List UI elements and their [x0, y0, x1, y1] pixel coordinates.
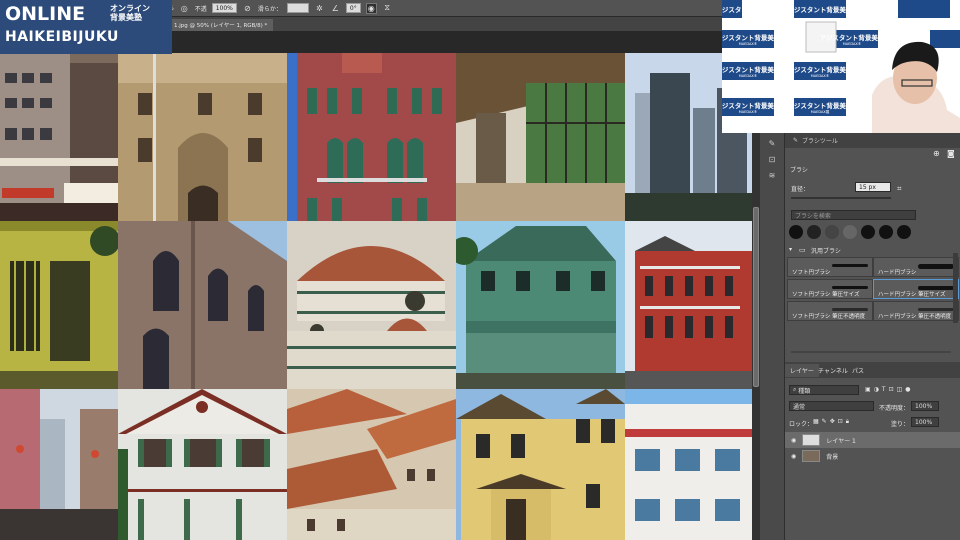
preview-size-slider[interactable] — [791, 351, 951, 353]
brush-edit-icon[interactable]: ⌗ — [897, 184, 902, 194]
layer-opacity-label: 不透明度： — [879, 405, 910, 412]
photo-tile-white-house-shutters — [118, 389, 287, 540]
brush-preset-dot[interactable] — [879, 225, 893, 239]
brush-size-field[interactable]: 15 px — [855, 182, 891, 192]
layer-row-selected[interactable]: ◉ レイヤー 1 — [785, 432, 960, 448]
layer-filter-select[interactable]: ⌕ 種類 — [789, 385, 859, 395]
brush-item[interactable]: ソフト円ブラシ — [787, 257, 873, 277]
document-tab-title: 1.jpg @ 50% (レイヤー 1, RGB/8) * — [174, 23, 268, 29]
document-tab[interactable]: 1.jpg @ 50% (レイヤー 1, RGB/8) * — [168, 19, 274, 31]
photo-tile-yellow-doorway — [0, 221, 118, 389]
clone-source-icon[interactable]: ⊡ — [766, 155, 778, 166]
photo-tile-florence-duomo — [287, 221, 456, 389]
brush-preset-dot[interactable] — [861, 225, 875, 239]
camera-icon[interactable]: ◙ — [947, 149, 955, 158]
canvas[interactable] — [0, 31, 760, 540]
tab-paths[interactable]: パス — [847, 364, 869, 377]
brush-group-label: 汎用ブラシ — [811, 248, 841, 255]
smoothing-label: 滑らか： — [257, 5, 282, 13]
photo-tile-yellow-wooden-house — [456, 389, 625, 540]
photo-tile-white-school-building — [625, 389, 752, 540]
brush-search-input[interactable]: ブラシを検索 — [791, 210, 916, 220]
panel-icon-rail: ✎ ⊡ ≋ — [760, 133, 785, 540]
layer-thumbnail — [802, 434, 821, 446]
brush-preset-dot[interactable] — [843, 225, 857, 239]
brush-item[interactable]: ハード円ブラシ 筆圧不透明度 — [873, 301, 959, 321]
smoothing-field[interactable] — [286, 3, 309, 13]
brush-icon[interactable]: ✎ — [766, 139, 778, 150]
fill-field[interactable]: 100% — [911, 417, 939, 427]
brush-preset-dot[interactable] — [825, 225, 839, 239]
pressure-size-icon[interactable]: ◉ — [365, 2, 377, 14]
photo-tile-greenhouse-porch — [456, 53, 625, 221]
brush-item[interactable]: ソフト円ブラシ 筆圧サイズ — [787, 279, 873, 299]
backdrop-logo: アジスタント背景美塾 MAEDAX® — [722, 101, 781, 114]
photo-tile-stone-facade — [118, 53, 287, 221]
scrollbar-thumb[interactable] — [753, 207, 759, 387]
backdrop-logo: アジスタント背景美塾 MAEDAX® — [722, 65, 781, 78]
symmetry-icon[interactable]: ⧖ — [382, 3, 393, 14]
brush-settings-icon[interactable]: ≋ — [766, 171, 778, 182]
size-slider[interactable] — [791, 197, 891, 199]
photo-tile-hongkong-street — [0, 389, 118, 540]
brush-tool-label: ブラシツール — [802, 138, 838, 145]
logo-line1: ONLINE — [5, 3, 86, 25]
angle-field[interactable]: 0° — [345, 3, 361, 13]
lock-label: ロック： — [789, 421, 814, 428]
blend-mode-select[interactable]: 通常 — [789, 401, 874, 411]
photo-tile-red-brick-building — [625, 221, 752, 389]
photo-tile-green-wooden-house — [456, 221, 625, 389]
layer-thumbnail — [802, 450, 821, 462]
brush-icon: ✎ — [793, 137, 799, 144]
fill-label: 塗り： — [891, 421, 910, 428]
pressure-opacity-icon[interactable]: ⊘ — [242, 3, 253, 14]
tab-brush[interactable]: ブラシ — [785, 163, 813, 176]
channel-logo: ONLINE オンライン 背景美塾 HAIKEIBIJUKU — [0, 0, 172, 54]
brush-item[interactable]: ハード円ブラシ — [873, 257, 959, 277]
brush-item[interactable]: ソフト円ブラシ 筆圧不透明度 — [787, 301, 873, 321]
lock-icons[interactable]: ▦✎✥⊡🔒︎ — [813, 418, 852, 426]
brush-preset-dot[interactable] — [897, 225, 911, 239]
size-label: 直径： — [791, 186, 810, 193]
webcam-overlay: アジスタント背景美塾 アジスタント背景美塾 アジスタント背景美塾 MAEDAX® … — [722, 0, 960, 133]
brush-tool-collapsed-bar[interactable]: ✎ ブラシツール — [785, 133, 960, 148]
opacity-label: 不透 — [194, 5, 207, 13]
photo-tile-venice-red-building — [287, 53, 456, 221]
backdrop-logo: アジスタント背景美塾 MAEDAX展 — [787, 101, 853, 114]
layer-name: 背景 — [826, 453, 839, 461]
logo-jp-text: オンライン 背景美塾 — [110, 4, 150, 22]
backdrop-logo: アジスタント背景美塾 MAEDAX® — [722, 33, 781, 46]
layer-row[interactable]: ◉ 背景 — [785, 448, 960, 464]
photo-tile-gothic-brick-church — [118, 221, 287, 389]
logo-line2: HAIKEIBIJUKU — [5, 29, 119, 45]
brush-item-selected[interactable]: ハード円ブラシ 筆圧サイズ — [873, 279, 959, 299]
photo-tile-shanghai-street — [0, 53, 118, 221]
backdrop-logo: アジスタント背景美塾 MAEDAX® — [819, 33, 885, 46]
right-panel-dock: ✎ ブラシツール ブラシ ⊕ ◙ 直径： 15 px ⌗ ブラシを検索 ▾ ▭ … — [785, 133, 960, 540]
layer-filter-icons[interactable]: ▣◑T⊡◫● — [865, 386, 914, 393]
visibility-eye-icon[interactable]: ◉ — [791, 437, 796, 444]
gear-icon[interactable]: ✲ — [314, 3, 325, 14]
backdrop-logo: アジスタント背景美塾 MAEDAX® — [787, 65, 853, 78]
brush-group-chevron-icon[interactable]: ▾ — [789, 246, 792, 253]
layer-name: レイヤー 1 — [826, 437, 856, 445]
brush-preset-dot[interactable] — [789, 225, 803, 239]
opacity-field[interactable]: 100% — [211, 3, 237, 13]
photo-tile-terracotta-rooftops — [287, 389, 456, 540]
visibility-eye-icon[interactable]: ◉ — [791, 453, 796, 460]
brush-preset-dot[interactable] — [807, 225, 821, 239]
brush-list-scrollbar[interactable] — [953, 253, 958, 323]
folder-icon: ▭ — [799, 246, 806, 254]
backdrop-logo: アジスタント背景美塾 — [787, 5, 853, 14]
layer-opacity-field[interactable]: 100% — [911, 401, 939, 411]
new-brush-icon[interactable]: ⊕ — [933, 149, 940, 158]
angle-icon: ∠ — [331, 3, 339, 13]
backdrop-logo: アジスタント背景美塾 — [722, 5, 781, 14]
airbrush-pressure-icon[interactable]: ◎ — [179, 3, 190, 14]
